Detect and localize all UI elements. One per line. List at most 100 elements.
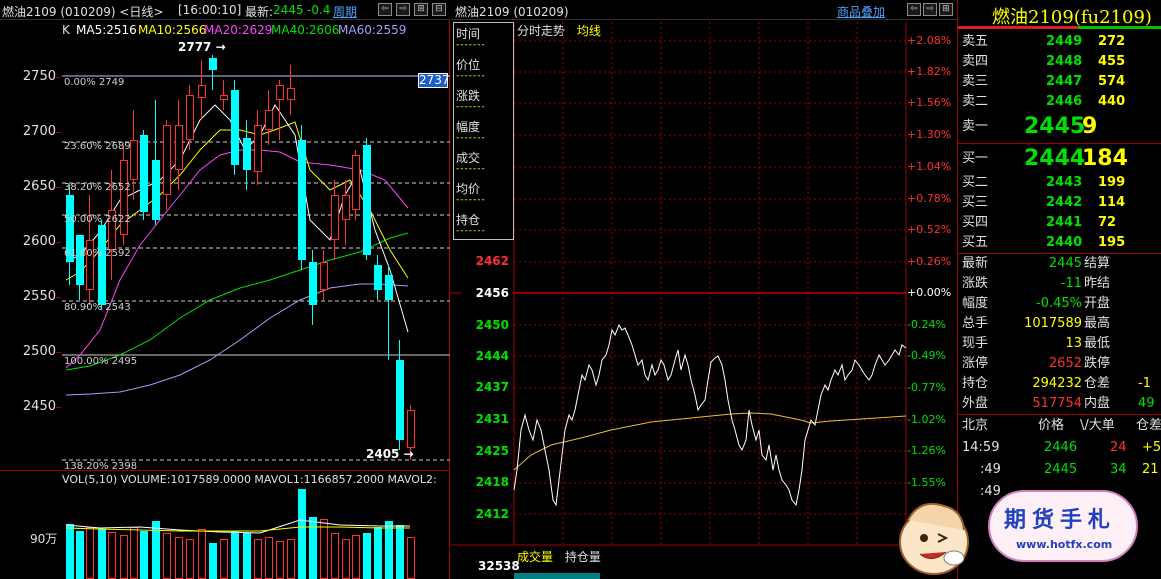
- book-label: 买二: [962, 175, 989, 190]
- buy-level-row[interactable]: 买五 2440 195: [958, 233, 1161, 253]
- book-label: 卖五: [962, 34, 989, 49]
- kline-y-axis: 2750 2700 2650 2600 2550 2500 2450: [0, 0, 61, 470]
- book-label: 买一: [962, 151, 989, 166]
- intraday-percent-tick: +1.04%: [907, 160, 952, 173]
- tick-price: 2446: [1044, 440, 1078, 455]
- stat-label: 外盘: [962, 396, 989, 411]
- stat-row: 现手 13 最低: [958, 334, 1161, 354]
- stat-value: -1: [1138, 376, 1151, 391]
- y-axis-tick-mark: [56, 297, 61, 298]
- stat-label: 昨结: [1084, 276, 1111, 291]
- book-price: 2449: [1046, 34, 1083, 49]
- stat-value: 294232: [1032, 376, 1082, 391]
- sell-level-row[interactable]: 卖二 2446 440: [958, 92, 1161, 112]
- book-volume: 195: [1098, 235, 1126, 250]
- book-volume: 9: [1082, 114, 1098, 139]
- book-price: 2440: [1046, 235, 1083, 250]
- stat-label: 仓差: [1084, 376, 1111, 391]
- book-price: 2448: [1046, 54, 1083, 69]
- intraday-percent-tick: -1.02%: [907, 413, 946, 426]
- book-price: 2442: [1046, 195, 1083, 210]
- buy-level-row[interactable]: 买四 2441 72: [958, 213, 1161, 233]
- book-price: 2441: [1046, 215, 1083, 230]
- stat-label: 跌停: [1084, 356, 1111, 371]
- y-axis-tick: 2450: [22, 399, 56, 414]
- watermark-title: 期货手札: [1004, 507, 1117, 533]
- intraday-price-tick: 2425: [475, 444, 509, 458]
- book-price: 2446: [1046, 94, 1083, 109]
- stat-label: 最低: [1084, 336, 1111, 351]
- tab-volume[interactable]: 成交量: [517, 550, 553, 564]
- book-label: 卖二: [962, 94, 989, 109]
- book-volume: 272: [1098, 34, 1126, 49]
- stat-row: 涨跌 -11 昨结: [958, 274, 1161, 294]
- stat-value: 49: [1138, 396, 1155, 411]
- intraday-price-tick: 2418: [475, 475, 509, 489]
- stat-value: -11: [1060, 276, 1082, 291]
- quote-title-bar-red: [958, 26, 1078, 29]
- intraday-percent-tick: -0.49%: [907, 349, 946, 362]
- fib-level-label: 61.80% 2592: [64, 248, 131, 259]
- stat-row: 幅度 -0.45% 开盘: [958, 294, 1161, 314]
- y-axis-tick-mark: [56, 407, 61, 408]
- intraday-volume-axis: 32538: [478, 559, 520, 573]
- tab-open-interest[interactable]: 持仓量: [565, 550, 601, 564]
- stat-row: 涨停 2652 跌停: [958, 354, 1161, 374]
- tick-row[interactable]: 14:59 2446 24 +5: [958, 438, 1161, 458]
- book-volume: 574: [1098, 74, 1126, 89]
- stat-label: 持仓: [962, 376, 989, 391]
- book-volume: 440: [1098, 94, 1126, 109]
- stat-value: 2652: [1048, 356, 1082, 371]
- fib-level-label: 80.90% 2543: [64, 302, 131, 313]
- book-price: 2444: [1024, 146, 1086, 171]
- intraday-price-tick: 2456: [475, 286, 509, 300]
- stat-label: 最新: [962, 256, 989, 271]
- intraday-percent-tick: +1.30%: [907, 128, 952, 141]
- sell-level-row[interactable]: 卖四 2448 455: [958, 52, 1161, 72]
- intraday-right-axis: +2.08% +1.82% +1.56% +1.30% +1.04% +0.78% +0.5…: [907, 0, 957, 545]
- intraday-panel[interactable]: 燃油2109 (010209) 商品叠加 ⇦ ⇨ ⊞ 分时走势 均线 时间 --…: [451, 0, 957, 579]
- intraday-chart[interactable]: [451, 0, 957, 579]
- intraday-percent-tick: +0.52%: [907, 223, 952, 236]
- fib-level-label: 0.00% 2749: [64, 77, 125, 88]
- watermark-url: www.hotfx.com: [1016, 538, 1113, 551]
- volume-bars-layer: [0, 470, 450, 579]
- stat-row: 总手 1017589 最高: [958, 314, 1161, 334]
- book-label: 卖四: [962, 54, 989, 69]
- stat-value: 517754: [1032, 396, 1082, 411]
- ticks-header-price: 价格: [1038, 418, 1065, 433]
- stat-value: 2445: [1048, 256, 1082, 271]
- arrow-right-icon: →: [399, 447, 414, 461]
- ticks-header-loc: 北京: [962, 418, 989, 433]
- sell-level-row[interactable]: 卖三 2447 574: [958, 72, 1161, 92]
- mascot-icon: [892, 490, 972, 579]
- book-label: 卖三: [962, 74, 989, 89]
- kline-panel[interactable]: 燃油2109 (010209) <日线> [16:00:10] 最新: 2445…: [0, 0, 450, 579]
- ticks-separator: [958, 414, 1161, 415]
- stat-row: 外盘 517754 内盘 49: [958, 394, 1161, 414]
- sell-level-row[interactable]: 卖五 2449 272: [958, 32, 1161, 52]
- fib-level-label: 38.20% 2652: [64, 182, 131, 193]
- low-marker: 2405 →: [366, 447, 414, 461]
- intraday-percent-tick: +1.56%: [907, 96, 952, 109]
- book-label: 买四: [962, 215, 989, 230]
- book-volume: 72: [1098, 215, 1117, 230]
- fib-level-label: 100.00% 2495: [64, 356, 138, 367]
- intraday-percent-tick: -0.24%: [907, 318, 946, 331]
- intraday-percent-tick: +2.08%: [907, 34, 952, 47]
- watermark-badge: 期货手札 www.hotfx.com: [988, 490, 1138, 562]
- buy-level-row[interactable]: 买二 2443 199: [958, 173, 1161, 193]
- arrow-right-icon: →: [211, 40, 226, 54]
- y-axis-tick-mark: [56, 242, 61, 243]
- y-axis-tick: 2750: [22, 69, 56, 84]
- sell1-row[interactable]: 卖一 2445 9: [958, 112, 1161, 142]
- book-label: 买五: [962, 235, 989, 250]
- stat-label: 现手: [962, 336, 989, 351]
- intraday-price-tick: 2431: [475, 412, 509, 426]
- book-price: 2445: [1024, 114, 1086, 139]
- intraday-price-tick: 2412: [475, 507, 509, 521]
- tick-oi: +5: [1142, 440, 1161, 455]
- buy1-row[interactable]: 买一 2444 184: [958, 144, 1161, 174]
- buy-level-row[interactable]: 买三 2442 114: [958, 193, 1161, 213]
- y-axis-tick: 2500: [22, 344, 56, 359]
